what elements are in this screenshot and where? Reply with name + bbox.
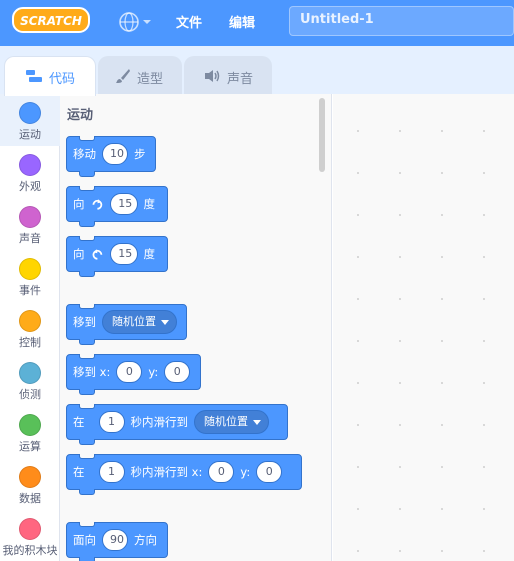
degrees-input[interactable]: 15	[110, 243, 138, 265]
category-label: 数据	[19, 492, 41, 505]
block-text: y:	[240, 465, 251, 479]
category-label: 事件	[19, 284, 41, 297]
editor-tabs: 代码 造型 声音	[0, 46, 514, 96]
block-text: 向	[73, 247, 85, 261]
tab-costumes[interactable]: 造型	[98, 56, 182, 96]
tab-sounds-label: 声音	[227, 72, 254, 87]
block-glide-xy[interactable]: 在 1 秒内滑行到 x: 0 y: 0	[66, 454, 302, 495]
my-blocks-dot-icon	[19, 518, 41, 540]
category-variables[interactable]: 数据	[0, 458, 60, 510]
variables-dot-icon	[19, 466, 41, 488]
category-control[interactable]: 控制	[0, 302, 60, 354]
category-label: 声音	[19, 232, 41, 245]
rotate-right-icon	[92, 199, 102, 210]
sensing-dot-icon	[19, 362, 41, 384]
brush-icon	[116, 69, 130, 83]
block-text: 在	[73, 465, 85, 479]
project-title-input[interactable]: Untitled-1	[289, 6, 514, 36]
block-text: 秒内滑行到 x:	[130, 465, 203, 479]
x-input[interactable]: 0	[116, 361, 143, 383]
block-glide-to[interactable]: 在 1 秒内滑行到 随机位置	[66, 404, 288, 445]
language-globe-icon[interactable]	[118, 10, 152, 34]
y-input[interactable]: 0	[256, 461, 283, 483]
menu-bar: SCRATCH 文件 编辑 Untitled-1	[0, 0, 514, 46]
motion-dot-icon	[19, 102, 41, 124]
dropdown-caret-icon	[253, 419, 261, 425]
category-my-blocks[interactable]: 我的积木块	[0, 510, 60, 561]
dropdown-caret-icon	[161, 319, 169, 325]
block-text: 面向	[73, 533, 96, 547]
category-label: 运动	[19, 128, 41, 141]
category-looks[interactable]: 外观	[0, 146, 60, 198]
tab-code[interactable]: 代码	[4, 56, 96, 96]
block-goto[interactable]: 移到 随机位置	[66, 304, 187, 345]
category-motion[interactable]: 运动	[0, 94, 60, 146]
block-point-direction[interactable]: 面向 90 方向	[66, 522, 168, 561]
category-sensing[interactable]: 侦测	[0, 354, 60, 406]
block-text: 秒内滑行到	[130, 415, 189, 429]
direction-input[interactable]: 90	[102, 529, 128, 551]
category-label: 运算	[19, 440, 41, 453]
block-text: 向	[73, 197, 85, 211]
tab-code-label: 代码	[49, 72, 76, 87]
seconds-input[interactable]: 1	[98, 411, 125, 433]
block-move-steps[interactable]: 移动 10 步	[66, 136, 156, 177]
block-text: 在	[73, 415, 85, 429]
goto-target-dropdown[interactable]: 随机位置	[102, 310, 177, 334]
tab-sounds[interactable]: 声音	[184, 56, 272, 96]
scratch-logo-icon[interactable]: SCRATCH	[12, 6, 90, 34]
sound-dot-icon	[19, 206, 41, 228]
block-text: 步	[134, 147, 146, 161]
control-dot-icon	[19, 310, 41, 332]
y-input[interactable]: 0	[164, 361, 191, 383]
category-events[interactable]: 事件	[0, 250, 60, 302]
block-turn-right[interactable]: 向 15 度	[66, 186, 168, 227]
block-text: 度	[143, 197, 156, 211]
menu-file[interactable]: 文件	[176, 12, 202, 31]
block-text: 方向	[134, 533, 157, 547]
block-palette: 运动 移动 10 步 向 15 度 向 15 度 移到 随机位置 移到 x: 0…	[60, 94, 332, 561]
looks-dot-icon	[19, 154, 41, 176]
category-label: 控制	[19, 336, 41, 349]
category-sound[interactable]: 声音	[0, 198, 60, 250]
category-label: 我的积木块	[2, 544, 58, 557]
glide-target-dropdown[interactable]: 随机位置	[194, 410, 269, 434]
script-area[interactable]	[333, 94, 514, 561]
block-text: 移到 x:	[73, 365, 111, 379]
section-title: 运动	[67, 108, 94, 123]
category-label: 外观	[19, 180, 41, 193]
category-label: 侦测	[19, 388, 41, 401]
seconds-input[interactable]: 1	[98, 461, 125, 483]
steps-input[interactable]: 10	[102, 143, 128, 165]
block-text: 移动	[73, 147, 96, 161]
category-operators[interactable]: 运算	[0, 406, 60, 458]
block-text: y:	[148, 365, 159, 379]
code-icon	[26, 70, 42, 82]
x-input[interactable]: 0	[208, 461, 235, 483]
degrees-input[interactable]: 15	[110, 193, 138, 215]
block-turn-left[interactable]: 向 15 度	[66, 236, 168, 277]
rotate-left-icon	[92, 249, 102, 260]
speaker-icon	[205, 70, 220, 82]
category-menu: 运动 外观 声音 事件 控制 侦测 运算 数据 我的积木块	[0, 94, 60, 561]
menu-edit[interactable]: 编辑	[229, 12, 255, 31]
block-goto-xy[interactable]: 移到 x: 0 y: 0	[66, 354, 201, 395]
events-dot-icon	[19, 258, 41, 280]
tab-costumes-label: 造型	[137, 72, 164, 87]
block-text: 移到	[73, 315, 96, 329]
operators-dot-icon	[19, 414, 41, 436]
block-text: 度	[143, 247, 156, 261]
palette-scrollbar[interactable]	[319, 98, 325, 172]
svg-text:SCRATCH: SCRATCH	[20, 14, 82, 28]
